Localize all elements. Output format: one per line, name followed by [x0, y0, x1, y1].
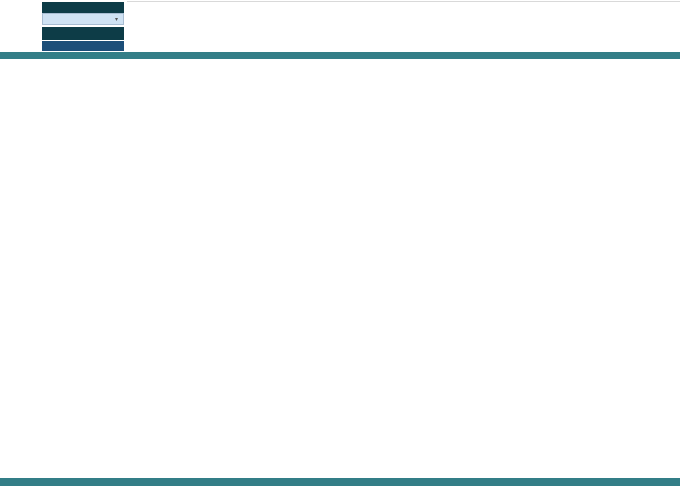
dashboard: ▾ [0, 0, 680, 486]
year-dropdown[interactable]: ▾ [42, 13, 124, 25]
dropdown-arrow-icon: ▾ [115, 16, 118, 23]
date-header [42, 27, 124, 40]
year-selector-label [42, 2, 124, 13]
netprofit-vs-expense-chart [262, 294, 680, 476]
stock-purchase-label [42, 41, 124, 51]
sales-categories-pie [0, 330, 262, 480]
teal-footer-band [0, 478, 680, 486]
profit-overview-chart [0, 58, 680, 274]
sheet-gridline [127, 1, 680, 2]
